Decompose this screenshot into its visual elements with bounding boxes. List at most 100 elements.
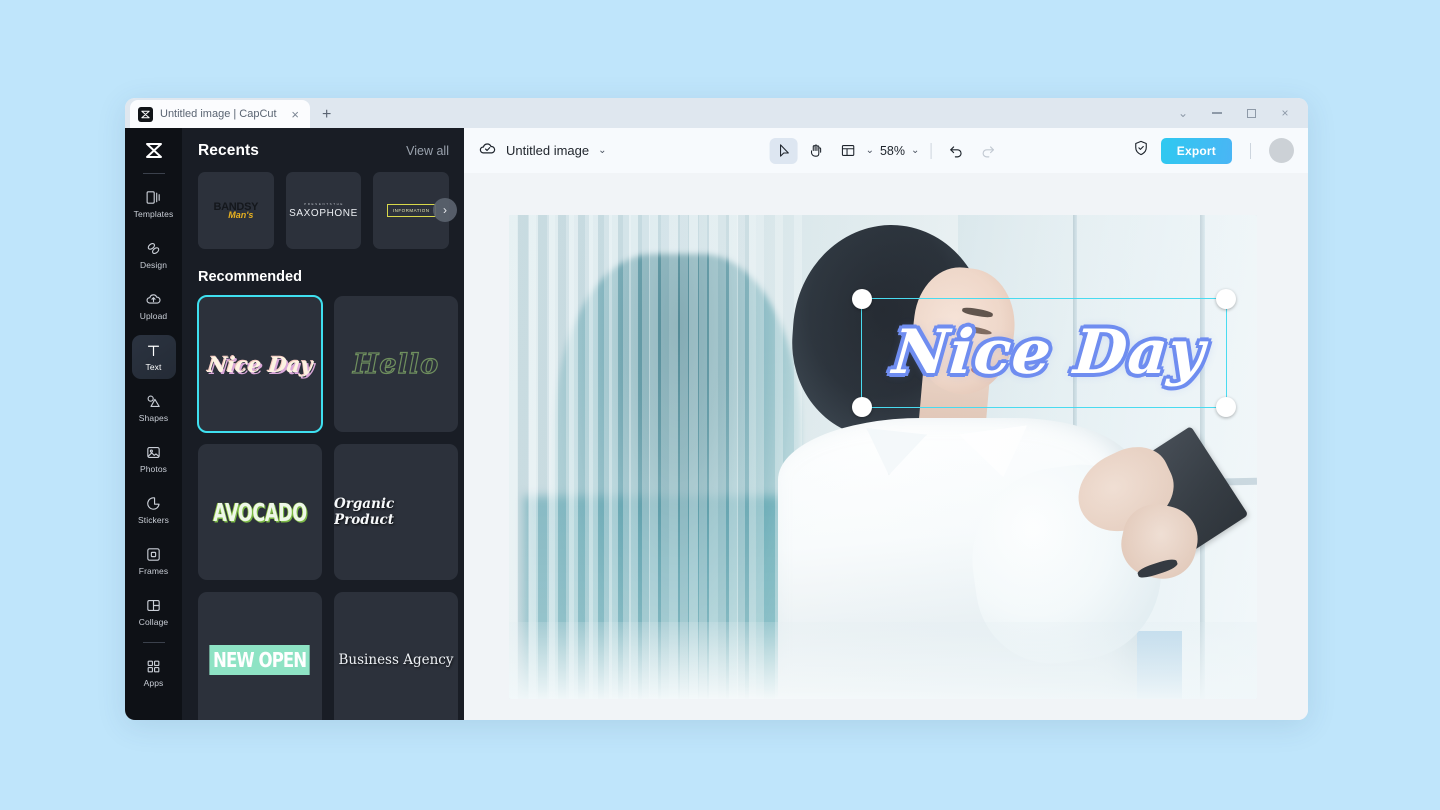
- hand-pan-icon[interactable]: [802, 138, 830, 164]
- capcut-logo-icon[interactable]: [139, 136, 169, 166]
- sidebar-item-label: Shapes: [138, 413, 169, 423]
- zoom-level: 58%: [879, 143, 906, 158]
- resize-handle-bottom-left[interactable]: [852, 397, 872, 417]
- resize-handle-top-left[interactable]: [852, 289, 872, 309]
- sidebar-item-shapes[interactable]: Shapes: [132, 386, 176, 430]
- editor-toolbar: Untitled image ⌄ ⌄ 58% ⌄ Export: [464, 128, 1308, 173]
- template-card-nice-day[interactable]: Nice Day: [197, 295, 323, 433]
- shield-check-icon[interactable]: [1132, 139, 1150, 162]
- design-icon: [145, 240, 162, 257]
- rail-divider: [142, 173, 165, 174]
- selection-bounding-box[interactable]: [852, 289, 1236, 417]
- recent-card-sublabel: P R E S E N T S T H E: [304, 201, 343, 206]
- chevron-down-icon[interactable]: ⌄: [866, 145, 874, 156]
- template-label: Organic Product: [334, 496, 395, 528]
- maximize-icon[interactable]: [1234, 100, 1268, 126]
- sidebar-item-frames[interactable]: Frames: [132, 539, 176, 583]
- view-all-link[interactable]: View all: [406, 144, 449, 158]
- sidebar-item-label: Frames: [138, 566, 169, 576]
- template-label: Business Agency: [338, 652, 454, 668]
- recents-row: BANDSY Man's P R E S E N T S T H E SAXOP…: [198, 172, 457, 249]
- avatar[interactable]: [1269, 138, 1294, 163]
- stickers-icon: [145, 495, 162, 512]
- export-button[interactable]: Export: [1160, 137, 1232, 164]
- document-name[interactable]: Untitled image: [506, 143, 589, 158]
- templates-icon: [145, 189, 162, 206]
- sidebar-item-design[interactable]: Design: [132, 233, 176, 277]
- window-body: Templates Design Upload Text Shapes Phot…: [125, 128, 1308, 720]
- tab-title: Untitled image | CapCut: [160, 108, 277, 120]
- template-label: Nice Day: [206, 351, 314, 377]
- template-label: NEW OPEN: [211, 647, 309, 673]
- sidebar-item-text[interactable]: Text: [131, 335, 176, 379]
- window-close-icon[interactable]: ×: [1268, 100, 1302, 126]
- sidebar-item-apps[interactable]: Apps: [132, 651, 176, 695]
- redo-arrow-icon[interactable]: [974, 138, 1002, 164]
- toolbar-divider: [1250, 142, 1251, 159]
- sidebar-item-label: Collage: [138, 617, 169, 627]
- canvas-area[interactable]: Nice Day: [464, 173, 1308, 720]
- minimize-icon[interactable]: [1200, 100, 1234, 126]
- toolbar-center: ⌄ 58% ⌄: [769, 137, 1003, 164]
- sidebar-item-label: Stickers: [137, 515, 170, 525]
- new-tab-button[interactable]: +: [322, 107, 331, 123]
- toolbar-left: Untitled image ⌄: [478, 139, 607, 163]
- chevron-down-icon[interactable]: ⌄: [911, 145, 919, 156]
- capcut-logo-icon: [138, 106, 153, 122]
- sidebar-item-label: Apps: [143, 678, 164, 688]
- template-card-new-open[interactable]: NEW OPEN: [198, 592, 322, 720]
- sidebar-item-stickers[interactable]: Stickers: [132, 488, 176, 532]
- browser-tab[interactable]: Untitled image | CapCut ×: [130, 100, 310, 128]
- template-card-avocado[interactable]: AVOCADO: [198, 444, 322, 580]
- template-label: AVOCADO: [213, 497, 307, 527]
- text-t-icon: [145, 342, 162, 359]
- recent-card-sublabel: Man's: [228, 209, 254, 220]
- recent-card[interactable]: BANDSY Man's: [198, 172, 274, 249]
- recommended-grid: Nice Day Hello AVOCADO Organic Product N…: [197, 295, 458, 720]
- sidebar-item-templates[interactable]: Templates: [132, 182, 176, 226]
- resize-handle-bottom-right[interactable]: [1216, 397, 1236, 417]
- frames-icon: [145, 546, 162, 563]
- background-photo: [509, 215, 1257, 699]
- template-card-business-agency[interactable]: Business Agency: [334, 592, 458, 720]
- window-controls: ⌄ ×: [1166, 98, 1302, 128]
- cloud-saved-icon[interactable]: [478, 139, 497, 163]
- toolbar-right: Export: [1132, 137, 1294, 164]
- sidebar-item-collage[interactable]: Collage: [132, 590, 176, 634]
- chevron-right-icon[interactable]: ›: [433, 198, 457, 222]
- cursor-arrow-icon[interactable]: [769, 137, 798, 164]
- undo-arrow-icon[interactable]: [942, 138, 970, 164]
- recent-card-label: INFORMATION: [386, 204, 436, 217]
- layout-panels-icon[interactable]: [834, 138, 862, 164]
- apps-grid-icon: [145, 658, 162, 675]
- browser-titlebar: Untitled image | CapCut × + ⌄ ×: [125, 98, 1308, 128]
- editor-area: Untitled image ⌄ ⌄ 58% ⌄ Export Nice Day: [464, 128, 1308, 720]
- artboard[interactable]: Nice Day: [509, 215, 1257, 699]
- chevron-down-icon[interactable]: ⌄: [598, 145, 606, 156]
- sidebar-item-label: Text: [145, 362, 162, 372]
- recent-card-label: SAXOPHONE: [289, 207, 358, 219]
- recent-card[interactable]: P R E S E N T S T H E SAXOPHONE: [285, 172, 362, 249]
- template-label: Hello: [352, 348, 440, 380]
- recent-thumb-art: P R E S E N T S T H E SAXOPHONE: [289, 201, 358, 219]
- rail-divider-2: [142, 642, 165, 643]
- toolbar-divider: [930, 142, 932, 159]
- resize-handle-top-right[interactable]: [1216, 289, 1236, 309]
- upload-cloud-icon: [145, 291, 162, 308]
- collage-icon: [145, 597, 162, 614]
- close-icon[interactable]: ×: [288, 106, 302, 123]
- sidebar-item-label: Design: [139, 260, 168, 270]
- sidebar-item-label: Upload: [139, 311, 168, 321]
- template-card-organic-product[interactable]: Organic Product: [334, 444, 458, 580]
- template-card-hello[interactable]: Hello: [334, 296, 458, 432]
- left-nav-rail: Templates Design Upload Text Shapes Phot…: [125, 128, 182, 720]
- sidebar-item-upload[interactable]: Upload: [132, 284, 176, 328]
- recents-header: Recents View all: [198, 142, 449, 160]
- recent-thumb-art: BANDSY Man's: [214, 201, 259, 220]
- sidebar-item-label: Photos: [139, 464, 168, 474]
- photos-image-icon: [145, 444, 162, 461]
- recommended-title: Recommended: [198, 269, 302, 285]
- sidebar-item-photos[interactable]: Photos: [132, 437, 176, 481]
- sidebar-item-label: Templates: [133, 209, 174, 219]
- chevron-down-icon[interactable]: ⌄: [1166, 100, 1200, 126]
